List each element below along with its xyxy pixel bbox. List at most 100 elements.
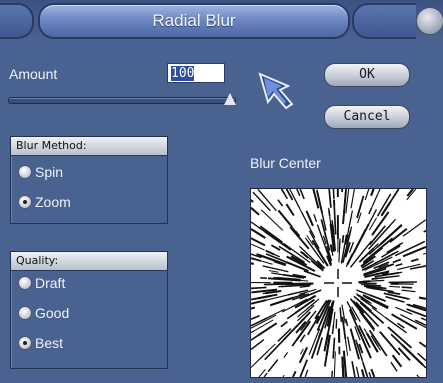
blur-streak [251, 286, 267, 290]
blur-center-preview[interactable] [250, 188, 427, 378]
blur-streak [391, 354, 403, 368]
blur-streak [277, 199, 284, 207]
draft-radio-icon[interactable] [18, 276, 32, 290]
blur-streak [251, 330, 255, 334]
blur-streak [323, 350, 329, 367]
blur-streak [355, 301, 380, 328]
blur-streak [259, 225, 284, 244]
blur-streak [285, 203, 295, 217]
close-icon[interactable] [416, 7, 443, 35]
zoom-radio-icon[interactable] [18, 195, 32, 209]
blur-streak [351, 361, 356, 377]
blur-streak [341, 356, 345, 377]
blur-streak [332, 189, 335, 200]
blur-streak [392, 258, 402, 264]
blur-streak [422, 252, 426, 255]
blur-streak [342, 191, 347, 225]
blur-streak [251, 207, 260, 216]
blur-streak [299, 334, 306, 343]
blur-streak [389, 285, 401, 288]
blur-streak [332, 311, 336, 327]
blur-streak [368, 372, 372, 377]
blur-streak [368, 207, 373, 215]
blur-streak [418, 296, 426, 300]
blur-streak [410, 258, 419, 263]
spin-radio-icon[interactable] [18, 165, 32, 179]
cancel-button[interactable]: Cancel [324, 105, 410, 129]
blur-streak [333, 351, 336, 377]
blur-streak [299, 189, 305, 200]
blur-center-pattern [251, 189, 426, 377]
title-bar-left-cap [0, 3, 34, 39]
blur-streak [251, 339, 265, 351]
blur-streak [345, 318, 349, 327]
blur-streak [251, 306, 256, 310]
window-title: Radial Blur [38, 3, 350, 39]
quality-group: Quality: [10, 251, 168, 369]
zoom-label: Zoom [35, 194, 71, 210]
blur-streak [251, 314, 260, 320]
amount-label: Amount [9, 66, 58, 82]
spin-label: Spin [35, 164, 64, 180]
blur-streak [312, 189, 316, 194]
blur-streak [292, 370, 297, 377]
blur-streak [304, 369, 309, 377]
blur-streak [370, 189, 375, 197]
blur-streak [296, 189, 301, 197]
blur-streak [350, 189, 355, 209]
blur-streak [388, 189, 400, 204]
blur-streak [355, 366, 360, 377]
blur-streak [402, 245, 426, 258]
blur-streak [341, 234, 345, 243]
good-radio-icon[interactable] [18, 306, 32, 320]
blur-streak [333, 206, 337, 235]
amount-input[interactable]: 100 [167, 63, 225, 83]
mouse-cursor-icon [258, 72, 294, 110]
blur-streak [280, 320, 288, 328]
blur-center-label: Blur Center [250, 155, 321, 171]
blur-streak [251, 237, 266, 247]
blur-streak [331, 325, 335, 335]
blur-streak [257, 322, 278, 337]
ok-button[interactable]: OK [324, 63, 410, 87]
blur-streak [344, 336, 349, 356]
blur-streak [264, 230, 292, 251]
blur-streak [251, 299, 267, 305]
good-label: Good [35, 305, 70, 321]
blur-streak [360, 369, 365, 377]
blur-streak [295, 320, 307, 334]
blur-streak [417, 352, 426, 362]
blur-streak [282, 374, 285, 377]
blur-method-header: Blur Method: [11, 137, 167, 156]
quality-header: Quality: [11, 252, 167, 271]
blur-streak [268, 269, 279, 273]
blur-streak [303, 270, 321, 278]
best-label: Best [35, 335, 64, 351]
amount-slider[interactable] [8, 97, 236, 104]
blur-streak [390, 361, 398, 372]
blur-streak [402, 219, 426, 237]
blur-streak [267, 359, 279, 373]
blur-streak [313, 214, 318, 222]
title-bar-right-cap [352, 3, 416, 39]
amount-value: 100 [171, 66, 195, 81]
blur-streak [251, 257, 262, 262]
blur-method-group: Blur Method: [10, 136, 168, 224]
blur-streak [263, 372, 268, 377]
title-bar[interactable]: Radial Blur [0, 0, 443, 40]
amount-slider-thumb[interactable] [224, 93, 236, 105]
blur-streak [332, 337, 336, 359]
blur-streak [251, 262, 254, 265]
best-radio-icon[interactable] [18, 336, 32, 350]
blur-streak [328, 189, 332, 208]
blur-streak [251, 199, 254, 203]
blur-streak [370, 368, 376, 377]
blur-streak [271, 272, 284, 276]
blur-streak [262, 265, 289, 273]
blur-streak [418, 341, 426, 348]
blur-streak [251, 334, 260, 341]
blur-streak [339, 307, 343, 323]
draft-label: Draft [35, 275, 66, 291]
blur-streak [299, 285, 310, 288]
blur-streak [264, 338, 286, 361]
